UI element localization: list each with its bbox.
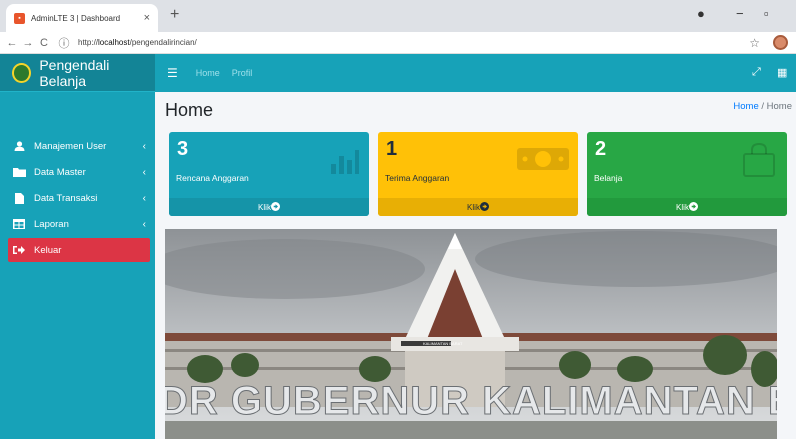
arrow-circle-right-icon [479, 201, 489, 213]
chrome-menu-icon[interactable]: ● [697, 6, 705, 21]
nav-link-profil[interactable]: Profil [232, 68, 253, 78]
folder-icon [12, 167, 26, 177]
governor-office-photo: DR GUBERNUR KALIMANTAN BARA KALIMANTAN B… [165, 229, 777, 439]
sidebar-item-label: Data Master [34, 166, 86, 178]
sign-text: DR GUBERNUR KALIMANTAN BARA [165, 379, 777, 423]
user-icon [12, 141, 26, 151]
sidebar-item-manajemen-user[interactable]: Manajemen User ‹ [8, 134, 150, 158]
new-tab-button[interactable]: + [170, 6, 179, 24]
arrow-circle-right-icon [688, 201, 698, 213]
url-field[interactable]: http://localhost/pengendalirincian/ [78, 38, 197, 47]
browser-tab-bar: ▪ AdminLTE 3 | Dashboard × + ● − ▫ [0, 0, 796, 32]
page-title: Home [165, 100, 214, 120]
chevron-left-icon: ‹ [142, 218, 146, 230]
tab-title: AdminLTE 3 | Dashboard [31, 13, 121, 23]
chevron-left-icon: ‹ [142, 140, 146, 152]
menu-toggle-icon[interactable]: ☰ [167, 66, 178, 80]
small-box-rencana-anggaran: 3 Rencana Anggaran Klik [169, 132, 369, 216]
box-count: 2 [595, 138, 607, 160]
sidebar-item-label: Manajemen User [34, 140, 107, 152]
sidebar-item-laporan[interactable]: Laporan ‹ [8, 212, 150, 236]
breadcrumb: Home / Home [733, 101, 792, 112]
sidebar-item-label: Laporan [34, 218, 69, 230]
forward-icon[interactable]: → [20, 37, 36, 49]
box-more-info-link[interactable]: Klik [587, 198, 787, 216]
sidebar-item-data-transaksi[interactable]: Data Transaksi ‹ [8, 186, 150, 210]
maximize-icon[interactable]: ▫ [764, 6, 769, 21]
sidebar-item-data-master[interactable]: Data Master ‹ [8, 160, 150, 184]
address-bar: ← → C ⓘ http://localhost/pengendalirinci… [0, 32, 796, 54]
box-count: 3 [177, 138, 189, 160]
back-icon[interactable]: ← [4, 37, 20, 49]
breadcrumb-current: Home [766, 101, 792, 112]
nav-link-home[interactable]: Home [196, 68, 220, 78]
box-more-info-link[interactable]: Klik [378, 198, 578, 216]
reload-icon[interactable]: C [36, 37, 52, 49]
shopping-bag-icon [741, 142, 777, 183]
banner-image: DR GUBERNUR KALIMANTAN BARA KALIMANTAN B… [165, 229, 777, 439]
money-icon [516, 142, 570, 181]
bookmark-star-icon[interactable]: ☆ [749, 36, 760, 50]
box-count: 1 [386, 138, 398, 160]
small-sign-text: KALIMANTAN BARAT [423, 341, 463, 346]
box-more-info-link[interactable]: Klik [169, 198, 369, 216]
top-navbar: ☰ Home Profil ⤢ ▦ [155, 54, 796, 92]
chevron-left-icon: ‹ [142, 166, 146, 178]
breadcrumb-home-link[interactable]: Home [733, 101, 758, 112]
sidebar-item-label: Keluar [34, 244, 62, 256]
brand-logo-icon [12, 62, 32, 83]
info-icon: ⓘ [58, 37, 70, 50]
content-wrapper: Home Home / Home 3 Rencana Anggaran Klik… [155, 92, 796, 439]
box-label: Terima Anggaran [385, 173, 450, 183]
arrow-circle-right-icon [270, 201, 280, 213]
sidebar-menu: Manajemen User ‹ Data Master ‹ Data Tran… [8, 134, 150, 264]
bar-chart-icon [329, 146, 359, 181]
profile-avatar[interactable] [773, 35, 788, 50]
grid-icon[interactable]: ▦ [777, 66, 787, 79]
sidebar-item-keluar[interactable]: Keluar [8, 238, 150, 262]
box-label: Rencana Anggaran [176, 173, 249, 183]
file-icon [12, 192, 26, 204]
sidebar: Pengendali Belanja Manajemen User ‹ Data… [0, 54, 155, 439]
browser-tab[interactable]: ▪ AdminLTE 3 | Dashboard × [6, 4, 158, 32]
brand-link[interactable]: Pengendali Belanja [0, 54, 155, 92]
minimize-icon[interactable]: − [736, 6, 744, 21]
small-box-terima-anggaran: 1 Terima Anggaran Klik [378, 132, 578, 216]
expand-icon[interactable]: ⤢ [752, 66, 761, 79]
sidebar-item-label: Data Transaksi [34, 192, 98, 204]
small-box-belanja: 2 Belanja Klik [587, 132, 787, 216]
chevron-left-icon: ‹ [142, 192, 146, 204]
tab-close-button[interactable]: × [144, 12, 150, 24]
table-icon [12, 219, 26, 229]
brand-name: Pengendali Belanja [39, 56, 110, 89]
box-label: Belanja [594, 173, 623, 183]
sign-out-icon [12, 245, 26, 255]
favicon-icon: ▪ [14, 12, 25, 24]
